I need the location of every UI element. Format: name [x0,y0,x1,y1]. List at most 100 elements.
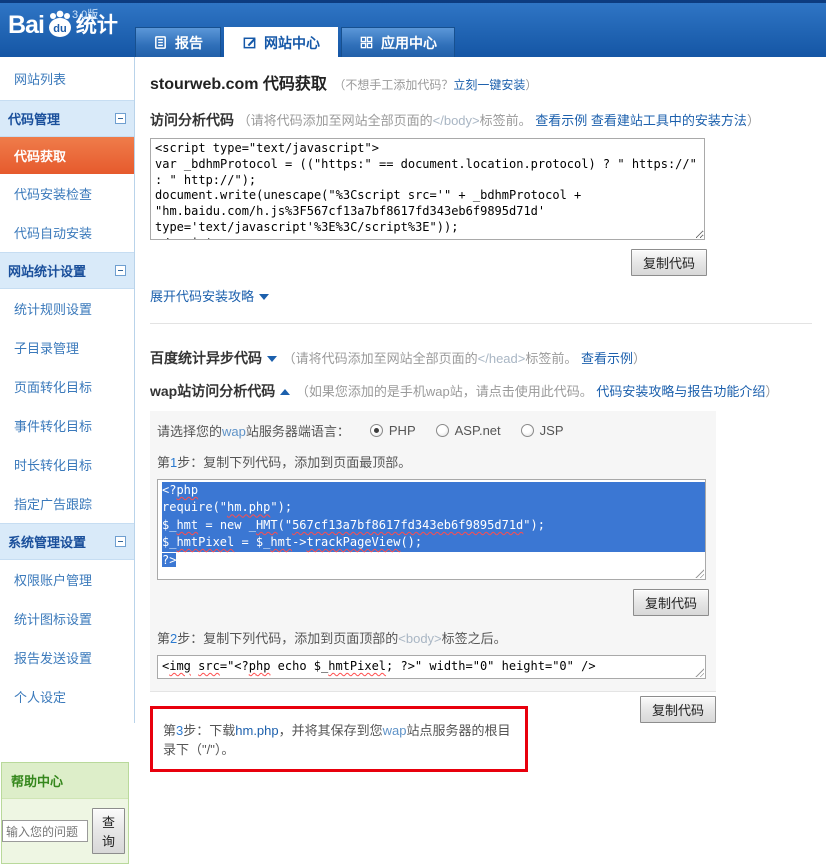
main-content: stourweb.com 代码获取 （不想手工添加代码？立刻一键安装） 访问分析… [135,57,826,723]
desc-text: 标签前。 [480,113,532,128]
radio-jsp[interactable] [521,424,534,437]
sidebar-item-personal-settings[interactable]: 个人设定 [0,677,134,716]
desc-text: （如果您添加的是手机wap站，请点击使用此代码。 [296,384,593,399]
resize-grip-icon[interactable] [694,667,704,677]
tab-app-center-label: 应用中心 [381,33,437,53]
desc-text: （请将代码添加至网站全部页面的 [238,113,433,128]
resize-grip-icon[interactable] [694,568,704,578]
sidebar-section-title: 系统管理设置 [8,532,86,551]
chevron-down-icon[interactable] [267,356,277,362]
desc-close: ） [633,351,646,366]
sidebar-item-subdirectory[interactable]: 子目录管理 [0,328,134,367]
sidebar-item-event-conversion[interactable]: 事件转化目标 [0,406,134,445]
baidu-tongji-logo[interactable]: Bai du 统计 3.0版 [8,9,118,40]
copy-code-button-1[interactable]: 复制代码 [631,249,707,276]
hint-close: ） [525,78,537,92]
radio-aspnet[interactable] [436,424,449,437]
sidebar-section-code-management[interactable]: 代码管理 [0,100,134,137]
desc-close: ） [747,113,760,128]
sidebar: 网站列表 代码管理 代码获取 代码安装检查 代码自动安装 网站统计设置 统计规则… [0,57,135,723]
tab-report-label: 报告 [175,33,203,53]
copy-code-button-2[interactable]: 复制代码 [633,589,709,616]
chevron-up-icon[interactable] [280,389,290,395]
step3-wap-text: wap [383,723,407,738]
sidebar-item-code-get[interactable]: 代码获取 [0,137,134,174]
sidebar-section-system-settings[interactable]: 系统管理设置 [0,523,134,560]
desc-text: （请将代码添加至网站全部页面的 [283,351,478,366]
radio-jsp-label[interactable]: JSP [540,423,564,438]
tracking-code-textarea[interactable]: <script type="text/javascript"> var _bdh… [150,138,705,240]
sidebar-item-report-send-settings[interactable]: 报告发送设置 [0,638,134,677]
sidebar-item-website-list[interactable]: 网站列表 [0,57,134,100]
async-code-title: 百度统计异步代码 [150,350,262,366]
sidebar-section-site-stats-settings[interactable]: 网站统计设置 [0,252,134,289]
wap-code-panel: 请选择您的wap站服务器端语言： PHP ASP.net JSP 第1步：复制下… [150,411,716,692]
svg-text:du: du [53,23,66,35]
apps-grid-icon [359,35,374,50]
php-code-box[interactable]: <?phprequire("hm.php");$_hmt = new _HMT(… [157,479,706,580]
one-click-install-link[interactable]: 立刻一键安装 [453,78,525,92]
server-language-row: 请选择您的wap站服务器端语言： PHP ASP.net JSP [157,421,708,440]
tab-report[interactable]: 报告 [135,27,221,57]
app-header: Bai du 统计 3.0版 报告 网站中心 应 [0,0,826,57]
edit-square-icon [242,35,257,50]
sidebar-item-stats-rules[interactable]: 统计规则设置 [0,289,134,328]
view-builder-install-link[interactable]: 查看建站工具中的安装方法 [591,113,747,128]
sidebar-item-duration-conversion[interactable]: 时长转化目标 [0,445,134,484]
expand-install-guide-link[interactable]: 展开代码安装攻略 [150,289,254,304]
collapse-minus-icon[interactable] [115,536,126,547]
copy-code-button-3[interactable]: 复制代码 [640,696,716,723]
sidebar-item-page-conversion[interactable]: 页面转化目标 [0,367,134,406]
view-example-link-2[interactable]: 查看示例 [581,351,633,366]
sidebar-item-code-install-check[interactable]: 代码安装检查 [0,174,134,213]
sidebar-section-title: 代码管理 [8,109,60,128]
radio-php-label[interactable]: PHP [389,423,416,438]
async-code-section-header: 百度统计异步代码 （请将代码添加至网站全部页面的</head>标签前。 查看示例… [150,348,812,368]
step3-text: ，并将其保存到您 [279,723,383,738]
report-icon [153,35,168,50]
visit-code-title: 访问分析代码 [150,112,234,128]
step2-text: 第2步：复制下列代码，添加到页面顶部的<body>标签之后。 [157,628,708,647]
head-tag-text: </head> [478,351,526,366]
tab-site-center-label: 网站中心 [264,33,320,53]
body-tag-text: </body> [433,113,480,128]
chevron-down-icon[interactable] [259,294,269,300]
tab-app-center[interactable]: 应用中心 [341,27,455,57]
sidebar-item-permission-account[interactable]: 权限账户管理 [0,560,134,599]
sidebar-item-code-auto-install[interactable]: 代码自动安装 [0,213,134,252]
sidebar-item-stats-icon-settings[interactable]: 统计图标设置 [0,599,134,638]
step1-text: 第1步：复制下列代码，添加到页面最顶部。 [157,452,708,471]
visit-code-section-header: 访问分析代码 （请将代码添加至网站全部页面的</body>标签前。 查看示例 查… [150,110,812,130]
sidebar-item-ad-tracking[interactable]: 指定广告跟踪 [0,484,134,523]
language-label: 请选择您的wap站服务器端语言： [157,421,350,440]
collapse-minus-icon[interactable] [115,265,126,276]
paw-icon: du [45,9,75,42]
page-title-label: 代码获取 [263,76,327,93]
body-tag-text: <body> [398,631,441,646]
site-domain: stourweb.com [150,76,258,93]
desc-close: ） [765,384,778,399]
help-question-input[interactable] [2,820,88,842]
wap-install-guide-link[interactable]: 代码安装攻略与报告功能介绍 [596,384,765,399]
step3-highlight-box: 第3步：下载hm.php，并将其保存到您wap站点服务器的根目录下（"/"）。 [150,706,528,772]
section-divider [150,323,812,324]
help-query-button[interactable]: 查询 [92,808,125,854]
logo-version: 3.0版 [72,6,98,22]
tab-site-center[interactable]: 网站中心 [224,27,338,57]
main-nav-tabs: 报告 网站中心 应用中心 [135,27,455,57]
view-example-link[interactable]: 查看示例 [535,113,587,128]
radio-aspnet-label[interactable]: ASP.net [455,423,501,438]
wap-code-section-header: wap站访问分析代码 （如果您添加的是手机wap站，请点击使用此代码。 代码安装… [150,381,812,401]
collapse-minus-icon[interactable] [115,113,126,124]
logo-text-bai: Bai [8,10,44,40]
step3-text: 第3步：下载 [163,723,235,738]
desc-text: 标签前。 [525,351,577,366]
img-pixel-code-box[interactable]: <img src="<?php echo $_hmtPixel; ?>" wid… [157,655,706,679]
page-title: stourweb.com 代码获取 （不想手工添加代码？立刻一键安装） [150,70,812,94]
hm-php-download-link[interactable]: hm.php [235,723,278,738]
radio-php[interactable] [370,424,383,437]
hint-text: （不想手工添加代码？ [333,78,453,92]
help-center-box: 帮助中心 查询 [1,762,129,864]
sidebar-section-title: 网站统计设置 [8,261,86,280]
help-center-title: 帮助中心 [2,763,128,799]
